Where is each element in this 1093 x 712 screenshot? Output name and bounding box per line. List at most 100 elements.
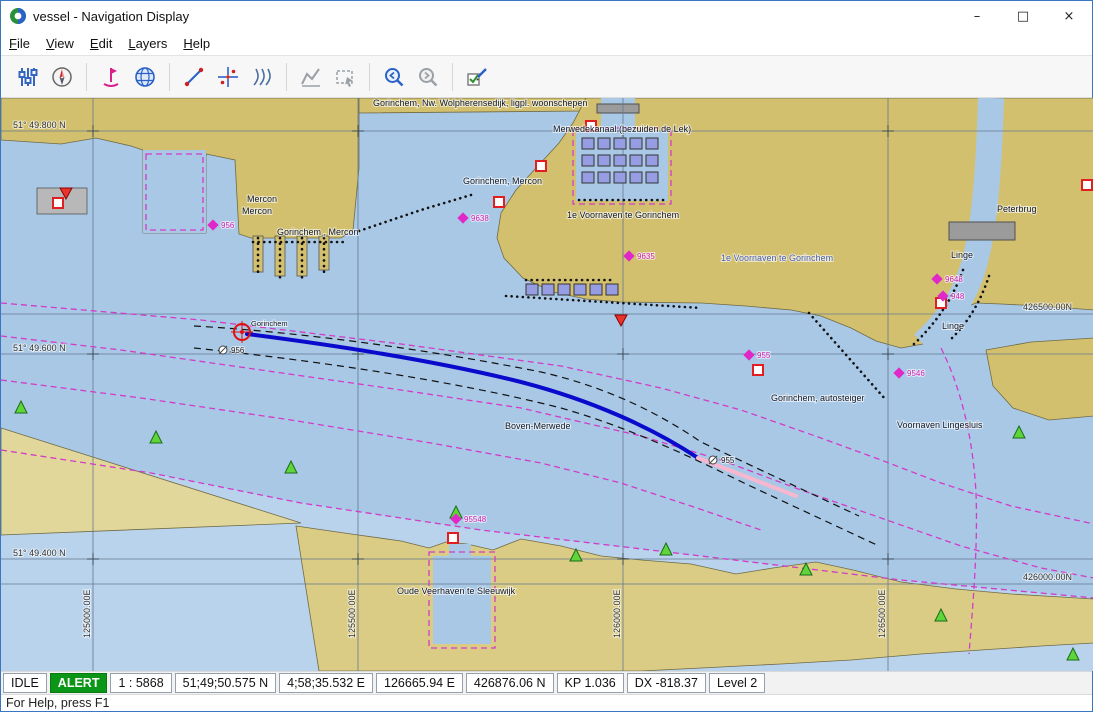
notice-mark-label: 956 xyxy=(221,221,235,230)
window-title: vessel - Navigation Display xyxy=(33,8,190,24)
status-scale: 1 : 5868 xyxy=(110,673,172,693)
notice-mark-label: 9638 xyxy=(471,214,489,223)
houseboat-symbol xyxy=(613,137,627,150)
check-edit-button[interactable] xyxy=(460,61,494,93)
houseboat-symbol xyxy=(613,154,627,167)
map-label: 1e Voornaven te Gorinchem xyxy=(567,210,679,220)
menu-help[interactable]: Help xyxy=(175,33,218,54)
peterbrug-bridge xyxy=(948,221,1016,241)
menu-edit[interactable]: Edit xyxy=(82,33,120,54)
display-settings-icon xyxy=(18,67,38,86)
houseboat-symbol xyxy=(645,154,659,167)
notice-mark-label: 9648 xyxy=(945,275,963,284)
port-mark-symbol xyxy=(447,532,459,544)
km-mark-label: 956 xyxy=(231,346,245,355)
map-label: 51° 49.800 N xyxy=(13,120,66,130)
contour-lines-button[interactable] xyxy=(245,61,279,93)
km-mark-label: 955 xyxy=(721,456,735,465)
north-compass-button[interactable] xyxy=(45,61,79,93)
houseboat-symbol xyxy=(645,171,659,184)
map-label: Merwedekanaal (bezuiden de Lek) xyxy=(553,124,691,134)
map-label: 51° 49.400 N xyxy=(13,548,66,558)
map-label: 125000.00E xyxy=(82,589,92,638)
map-label: 426000.00N xyxy=(1023,572,1072,582)
check-edit-icon xyxy=(467,67,487,86)
status-easting: 126665.94 E xyxy=(376,673,463,693)
measure-line-icon xyxy=(184,67,204,86)
app-icon xyxy=(9,7,27,25)
notice-mark-label: 95548 xyxy=(464,515,487,524)
select-area-icon xyxy=(336,69,353,87)
houseboat-symbol xyxy=(525,283,539,296)
status-alert: ALERT xyxy=(49,673,108,693)
contour-lines-icon xyxy=(253,68,271,86)
notice-mark-label: 955 xyxy=(757,351,771,360)
houseboat-symbol xyxy=(581,137,595,150)
next-view-icon xyxy=(419,67,438,86)
menu-file[interactable]: File xyxy=(1,33,38,54)
map-label: Boven-Merwede xyxy=(505,421,571,431)
map-label: Voornaven Lingesluis xyxy=(897,420,983,430)
status-northing: 426876.06 N xyxy=(465,673,554,693)
status-dx: DX -818.37 xyxy=(626,673,706,693)
houseboat-symbol xyxy=(605,283,619,296)
measure-line-button[interactable] xyxy=(177,61,211,93)
houseboat-symbol xyxy=(541,283,555,296)
chart-area[interactable]: 956 9638 9635 955 95548 9546 9648 948 956 955 Gori… xyxy=(1,98,1093,671)
map-label: Linge xyxy=(942,321,964,331)
canal-bridge xyxy=(596,103,640,114)
map-label: Gorinchem, Mercon xyxy=(463,176,542,186)
previous-view-icon xyxy=(385,67,404,86)
port-mark-symbol xyxy=(752,364,764,376)
map-label: Gorinchem, Nw. Wolpherensedijk, ligpl. w… xyxy=(373,98,587,108)
globe-icon xyxy=(135,66,155,87)
port-mark-symbol xyxy=(493,196,505,208)
houseboat-symbol xyxy=(573,283,587,296)
app-window: vessel - Navigation Display – □ × File V… xyxy=(0,0,1093,712)
globe-button[interactable] xyxy=(128,61,162,93)
map-label: Gorinchem, autosteiger xyxy=(771,393,865,403)
map-label: 1e Voornaven te Gorinchem xyxy=(721,253,833,263)
minimize-button[interactable]: – xyxy=(954,1,1000,31)
previous-view-button[interactable] xyxy=(377,61,411,93)
profile-graph-button[interactable] xyxy=(294,61,328,93)
notice-mark-label: 9635 xyxy=(637,252,655,261)
buoy-icon xyxy=(103,67,119,87)
port-mark-symbol xyxy=(1081,179,1093,191)
map-label: 126500.00E xyxy=(877,589,887,638)
map-label: Oude Veerhaven te Sleeuwijk xyxy=(397,586,516,596)
toolbar xyxy=(1,56,1092,98)
houseboat-symbol xyxy=(597,154,611,167)
add-route-points-button[interactable] xyxy=(211,61,245,93)
notice-mark-label: 948 xyxy=(951,292,965,301)
status-bar: IDLE ALERT 1 : 5868 51;49;50.575 N 4;58;… xyxy=(1,671,1092,694)
map-label: 125500.00E xyxy=(347,589,357,638)
status-longitude: 4;58;35.532 E xyxy=(279,673,374,693)
display-settings-button[interactable] xyxy=(11,61,45,93)
houseboat-symbol xyxy=(645,137,659,150)
houseboat-symbol xyxy=(581,154,595,167)
status-kp: KP 1.036 xyxy=(556,673,624,693)
menu-layers[interactable]: Layers xyxy=(120,33,175,54)
status-latitude: 51;49;50.575 N xyxy=(174,673,277,693)
next-view-button[interactable] xyxy=(411,61,445,93)
houseboat-symbol xyxy=(589,283,603,296)
map-label: Mercon xyxy=(242,206,272,216)
port-mark-symbol xyxy=(52,197,64,209)
status-mode: IDLE xyxy=(3,673,47,693)
maximize-button[interactable]: □ xyxy=(1000,1,1046,31)
help-bar: For Help, press F1 xyxy=(1,694,1092,711)
houseboat-symbol xyxy=(581,171,595,184)
title-bar: vessel - Navigation Display – □ × xyxy=(1,1,1092,31)
select-area-button[interactable] xyxy=(328,61,362,93)
houseboat-symbol xyxy=(613,171,627,184)
houseboat-symbol xyxy=(597,171,611,184)
window-controls: – □ × xyxy=(954,1,1092,31)
houseboat-symbol xyxy=(557,283,571,296)
close-button[interactable]: × xyxy=(1046,1,1092,31)
menu-view[interactable]: View xyxy=(38,33,82,54)
status-level: Level 2 xyxy=(708,673,766,693)
houseboat-symbol xyxy=(597,137,611,150)
map-label: Gorinchem , Mercon xyxy=(277,227,359,237)
buoy-button[interactable] xyxy=(94,61,128,93)
